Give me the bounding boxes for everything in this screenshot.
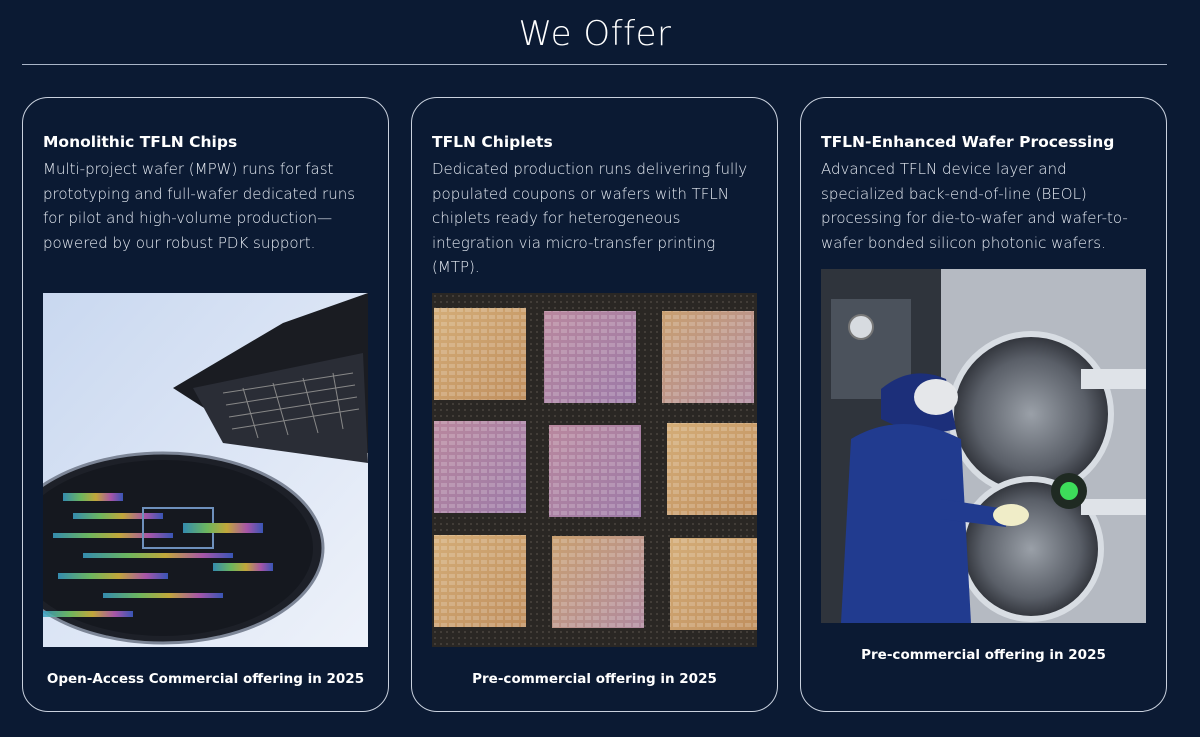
card-description: Multi-project wafer (MPW) runs for fast … [43, 160, 356, 252]
page-title: We Offer [518, 14, 672, 54]
availability-label: Open-Access Commercial offering in 2025 [46, 671, 365, 687]
availability-label: Pre-commercial offering in 2025 [472, 671, 717, 687]
availability-label: Pre-commercial offering in 2025 [861, 647, 1106, 663]
chiplets-photo [432, 293, 757, 647]
wafer-photo [43, 293, 368, 647]
title-divider [22, 64, 1167, 65]
card-title: TFLN-Enhanced Wafer Processing [821, 133, 1115, 151]
card-title: Monolithic TFLN Chips [43, 133, 238, 151]
offer-card-wafer-processing[interactable]: TFLN-Enhanced Wafer Processing Advanced … [800, 97, 1167, 712]
card-description: Dedicated production runs delivering ful… [432, 160, 748, 276]
offer-card-chiplets[interactable]: TFLN Chiplets Dedicated production runs … [411, 97, 778, 712]
card-description: Advanced TFLN device layer and specializ… [821, 160, 1128, 252]
cleanroom-photo [821, 269, 1146, 623]
card-title: TFLN Chiplets [432, 133, 553, 151]
offer-card-monolithic[interactable]: Monolithic TFLN Chips Multi-project wafe… [22, 97, 389, 712]
